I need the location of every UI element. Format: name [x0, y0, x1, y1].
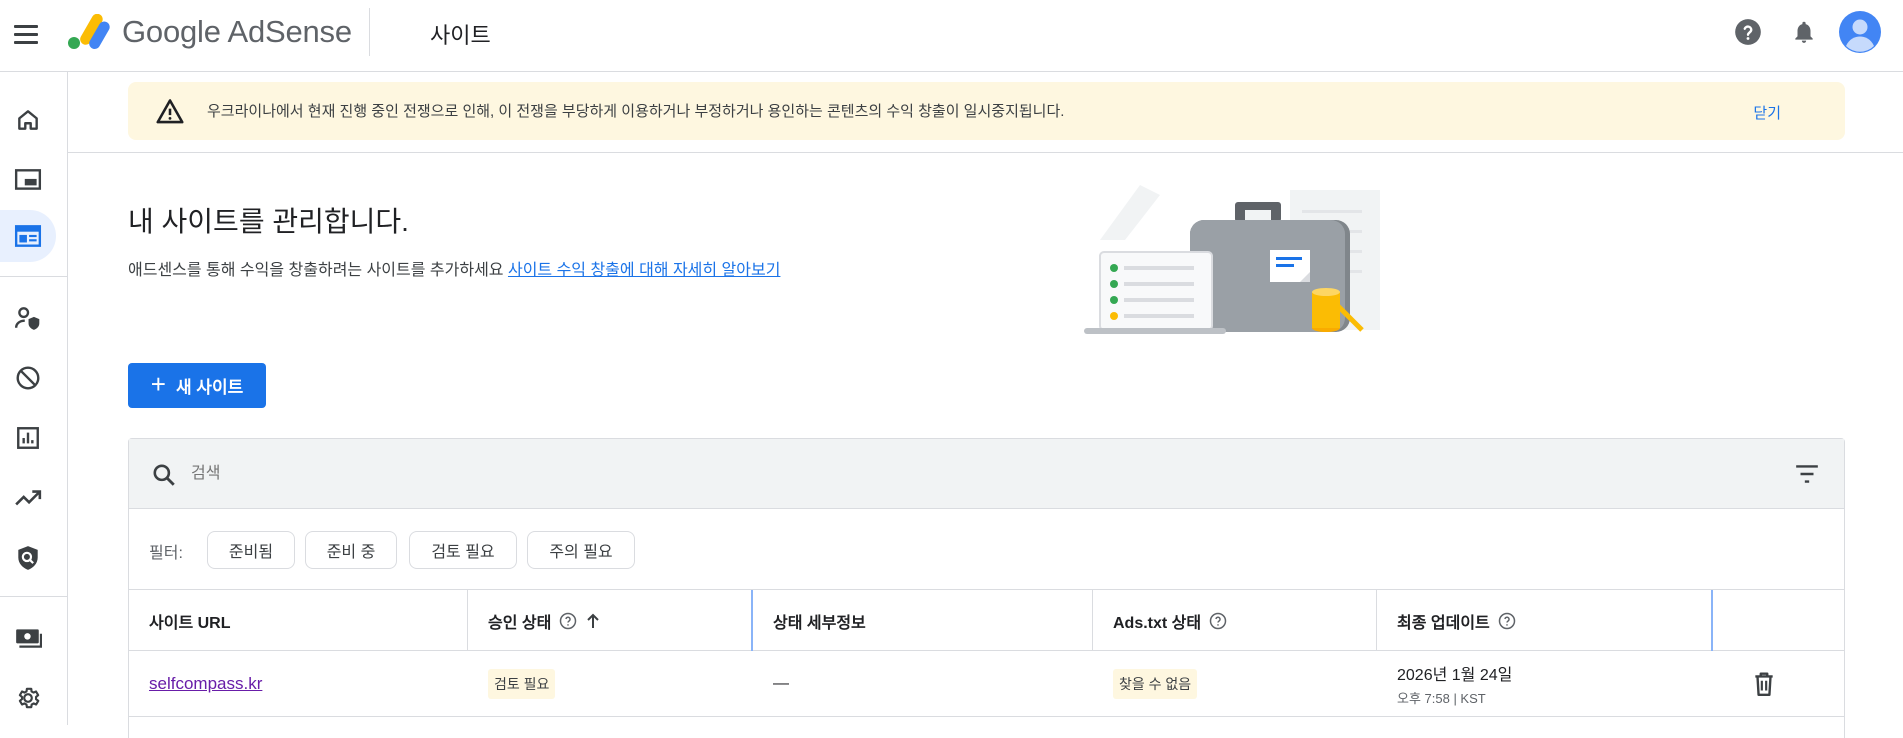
cell-approval-status: 검토 필요: [468, 651, 751, 717]
filter-label: 필터:: [149, 545, 183, 562]
site-url-link[interactable]: selfcompass.kr: [149, 674, 262, 694]
help-icon[interactable]: [1730, 14, 1766, 50]
top-app-bar: Google AdSense 사이트: [0, 0, 1903, 72]
brand-name: Google AdSense: [122, 14, 352, 49]
table-row: selfcompass.kr 검토 필요 — 찾을 수 없음 2026년 1월 …: [129, 651, 1844, 717]
column-status-details: 상태 세부정보: [753, 590, 1092, 651]
help-outline-icon[interactable]: [1498, 612, 1516, 630]
filter-chip-preparing[interactable]: 준비 중: [305, 531, 397, 569]
settings-icon[interactable]: [0, 672, 56, 724]
filter-chip-needs-review[interactable]: 검토 필요: [409, 531, 517, 569]
menu-icon[interactable]: [14, 20, 42, 48]
reports-icon[interactable]: [0, 412, 56, 464]
filter-chip-needs-attention[interactable]: 주의 필요: [527, 531, 635, 569]
banner-close-button[interactable]: 닫기: [1753, 102, 1781, 123]
sites-illustration: [1084, 185, 1380, 334]
cell-ads-txt-status: 찾을 수 없음: [1093, 651, 1376, 717]
ads-icon[interactable]: [0, 154, 56, 206]
subtitle-text: 애드센스를 통해 수익을 창출하려는 사이트를 추가하세요: [128, 262, 504, 279]
column-resize-handle[interactable]: [1711, 590, 1713, 651]
ukraine-notice-banner: 우크라이나에서 현재 진행 중인 전쟁으로 인해, 이 전쟁을 부당하게 이용하…: [128, 82, 1845, 140]
section-subtitle: 애드센스를 통해 수익을 창출하려는 사이트를 추가하세요 사이트 수익 창출에…: [128, 256, 780, 280]
sites-icon[interactable]: [0, 210, 56, 262]
filter-chip-ready[interactable]: 준비됨: [207, 531, 295, 569]
column-label: 상태 세부정보: [773, 614, 866, 632]
privacy-messaging-icon[interactable]: [0, 292, 56, 344]
new-site-button[interactable]: + 새 사이트: [128, 363, 266, 408]
notifications-icon[interactable]: [1786, 14, 1822, 50]
navigation-rail: [0, 72, 68, 725]
column-last-updated[interactable]: 최종 업데이트: [1377, 590, 1711, 651]
plus-icon: +: [150, 369, 166, 399]
search-bar: [129, 439, 1844, 509]
column-label: Ads.txt 상태: [1113, 614, 1202, 632]
help-outline-icon[interactable]: [1209, 612, 1227, 630]
table-header: 사이트 URL 승인 상태 상태 세부정보 Ads.txt 상태 최종 업데이트: [129, 590, 1844, 651]
status-badge: 찾을 수 없음: [1113, 669, 1198, 699]
column-label: 사이트 URL: [149, 614, 231, 632]
home-icon[interactable]: [0, 94, 56, 146]
column-approval-status[interactable]: 승인 상태: [468, 590, 751, 651]
payments-icon[interactable]: [0, 612, 56, 664]
warning-icon: [156, 99, 184, 124]
notice-area: 우크라이나에서 현재 진행 중인 전쟁으로 인해, 이 전쟁을 부당하게 이용하…: [68, 72, 1903, 153]
column-site-url[interactable]: 사이트 URL: [129, 590, 467, 651]
cell-last-updated: 2026년 1월 24일 오후 7:58 | KST: [1377, 651, 1711, 717]
blocking-controls-icon[interactable]: [0, 352, 56, 404]
cell-status-details: —: [773, 675, 789, 692]
banner-message: 우크라이나에서 현재 진행 중인 전쟁으로 인해, 이 전쟁을 부당하게 이용하…: [207, 103, 1065, 120]
cell-site-url: selfcompass.kr: [129, 651, 467, 717]
page-title: 사이트: [430, 23, 491, 48]
column-label: 승인 상태: [488, 614, 552, 632]
section-title: 내 사이트를 관리합니다.: [128, 206, 409, 237]
learn-more-link[interactable]: 사이트 수익 창출에 대해 자세히 알아보기: [508, 262, 780, 279]
rail-divider: [0, 276, 68, 277]
column-label: 최종 업데이트: [1397, 614, 1490, 632]
rail-divider: [0, 596, 68, 597]
help-outline-icon[interactable]: [559, 612, 577, 630]
adsense-logo-icon: [68, 14, 110, 49]
updated-date: 2026년 1월 24일: [1397, 667, 1513, 684]
search-input[interactable]: [189, 457, 1689, 491]
policy-center-icon[interactable]: [0, 532, 56, 584]
account-avatar[interactable]: [1838, 10, 1882, 54]
updated-time: 오후 7:58 | KST: [1397, 691, 1486, 706]
column-ads-txt-status[interactable]: Ads.txt 상태: [1093, 590, 1376, 651]
sites-table-card: 필터: 준비됨 준비 중 검토 필요 주의 필요 사이트 URL 승인 상태 상…: [128, 438, 1845, 738]
search-icon: [153, 464, 175, 486]
new-site-label: 새 사이트: [175, 378, 244, 397]
filter-chips-row: 필터: 준비됨 준비 중 검토 필요 주의 필요: [129, 509, 1844, 590]
filter-list-icon[interactable]: [1794, 463, 1820, 485]
header-divider: [369, 8, 370, 56]
optimization-icon[interactable]: [0, 472, 56, 524]
status-badge: 검토 필요: [488, 669, 556, 699]
delete-icon[interactable]: [1752, 671, 1776, 702]
sort-ascending-icon[interactable]: [585, 612, 601, 630]
